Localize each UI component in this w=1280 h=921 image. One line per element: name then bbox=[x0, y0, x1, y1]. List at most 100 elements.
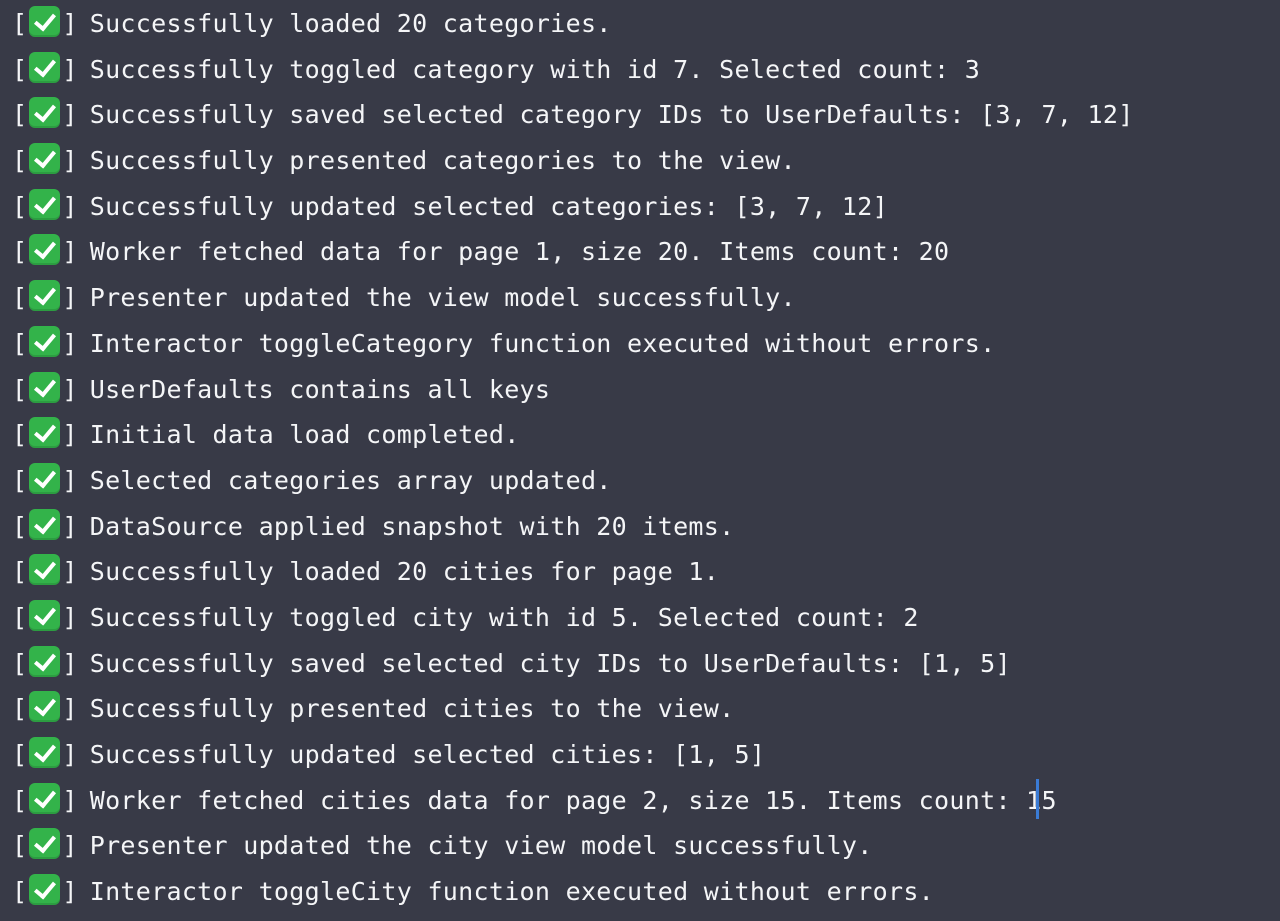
log-message: Interactor toggleCategory function execu… bbox=[89, 328, 996, 358]
log-line: [] Successfully updated selected cities: … bbox=[0, 732, 1280, 778]
console-output[interactable]: [] Successfully loaded 20 categories. [] S… bbox=[0, 0, 1280, 921]
bracket-close: ] bbox=[62, 420, 78, 450]
bracket-open: [ bbox=[12, 831, 28, 861]
log-line: [] UserDefaults contains all keys bbox=[0, 367, 1280, 413]
log-line: [] Initial data load completed. bbox=[0, 412, 1280, 458]
bracket-close: ] bbox=[62, 785, 78, 815]
log-message: Selected categories array updated. bbox=[89, 465, 612, 495]
log-line: [] Interactor toggleCity function execute… bbox=[0, 869, 1280, 915]
bracket-close: ] bbox=[62, 146, 78, 176]
bracket-close: ] bbox=[62, 602, 78, 632]
bracket-close: ] bbox=[62, 237, 78, 267]
bracket-close: ] bbox=[62, 9, 78, 38]
bracket-open: [ bbox=[12, 511, 28, 541]
log-line: [] Successfully saved selected category I… bbox=[0, 92, 1280, 138]
log-line: [] Presenter updated the view model succe… bbox=[0, 275, 1280, 321]
check-mark-icon bbox=[29, 782, 61, 814]
check-mark-icon bbox=[29, 691, 61, 723]
log-message: Successfully toggled city with id 5. Sel… bbox=[89, 602, 919, 632]
bracket-close: ] bbox=[62, 511, 78, 541]
log-message: Successfully loaded 20 cities for page 1… bbox=[89, 557, 720, 587]
check-mark-icon bbox=[29, 599, 61, 631]
log-line: [] Successfully updated selected categori… bbox=[0, 184, 1280, 230]
log-message: Presenter updated the view model success… bbox=[89, 283, 796, 313]
bracket-open: [ bbox=[12, 146, 28, 176]
bracket-open: [ bbox=[12, 100, 28, 130]
check-mark-icon bbox=[29, 508, 61, 540]
check-mark-icon bbox=[29, 51, 61, 83]
log-line: [] DataSource applied snapshot with 20 it… bbox=[0, 504, 1280, 550]
bracket-close: ] bbox=[62, 328, 78, 358]
log-message: Successfully updated selected categories… bbox=[89, 191, 888, 221]
log-message: Worker fetched data for page 1, size 20.… bbox=[89, 237, 950, 267]
check-mark-icon bbox=[29, 188, 61, 220]
bracket-close: ] bbox=[62, 557, 78, 587]
check-mark-icon bbox=[29, 462, 61, 494]
log-message: Worker fetched cities data for page 2, s… bbox=[89, 785, 1057, 815]
bracket-open: [ bbox=[12, 374, 28, 404]
bracket-open: [ bbox=[12, 648, 28, 678]
log-message: Initial data load completed. bbox=[89, 420, 520, 450]
bracket-open: [ bbox=[12, 54, 28, 84]
bracket-close: ] bbox=[62, 283, 78, 313]
check-mark-icon bbox=[29, 97, 61, 129]
bracket-close: ] bbox=[62, 54, 78, 84]
bracket-open: [ bbox=[12, 877, 28, 907]
bracket-close: ] bbox=[62, 374, 78, 404]
log-line: [] Successfully toggled category with id … bbox=[0, 47, 1280, 93]
bracket-close: ] bbox=[62, 191, 78, 221]
log-line: [] Successfully presented cities to the v… bbox=[0, 686, 1280, 732]
check-mark-icon bbox=[29, 371, 61, 403]
check-mark-icon bbox=[29, 280, 61, 312]
check-mark-icon bbox=[29, 645, 61, 677]
check-mark-icon bbox=[29, 6, 61, 37]
check-mark-icon bbox=[29, 417, 61, 449]
log-message: Successfully presented categories to the… bbox=[89, 146, 796, 176]
bracket-open: [ bbox=[12, 328, 28, 358]
check-mark-icon bbox=[29, 143, 61, 175]
bracket-open: [ bbox=[12, 9, 28, 38]
bracket-close: ] bbox=[62, 877, 78, 907]
log-line: [] Presenter updated the city view model … bbox=[0, 823, 1280, 869]
log-message: Successfully presented cities to the vie… bbox=[89, 694, 735, 724]
bracket-open: [ bbox=[12, 785, 28, 815]
log-line: [] Interactor toggleCategory function exe… bbox=[0, 321, 1280, 367]
log-line: [] Successfully loaded 20 categories. bbox=[0, 1, 1280, 47]
bracket-close: ] bbox=[62, 100, 78, 130]
log-message: Interactor toggleCity function executed … bbox=[89, 877, 935, 907]
bracket-open: [ bbox=[12, 740, 28, 769]
log-message: Successfully toggled category with id 7.… bbox=[89, 54, 981, 84]
bracket-open: [ bbox=[12, 602, 28, 632]
check-mark-icon bbox=[29, 234, 61, 266]
log-line: [] Successfully loaded 20 cities for page… bbox=[0, 549, 1280, 595]
log-line: [] Successfully presented categories to t… bbox=[0, 138, 1280, 184]
log-message: Successfully loaded 20 categories. bbox=[89, 9, 612, 38]
log-line: [] Successfully toggled city with id 5. S… bbox=[0, 595, 1280, 641]
bracket-open: [ bbox=[12, 283, 28, 313]
check-mark-icon bbox=[29, 874, 61, 906]
check-mark-icon bbox=[29, 737, 61, 768]
bracket-open: [ bbox=[12, 237, 28, 267]
log-message: Successfully updated selected cities: [1… bbox=[89, 740, 766, 769]
bracket-open: [ bbox=[12, 465, 28, 495]
log-message: Successfully saved selected category IDs… bbox=[89, 100, 1134, 130]
check-mark-icon bbox=[29, 828, 61, 860]
bracket-close: ] bbox=[62, 648, 78, 678]
bracket-close: ] bbox=[62, 694, 78, 724]
bracket-close: ] bbox=[62, 740, 78, 769]
bracket-open: [ bbox=[12, 557, 28, 587]
bracket-open: [ bbox=[12, 420, 28, 450]
check-mark-icon bbox=[29, 554, 61, 586]
bracket-open: [ bbox=[12, 694, 28, 724]
check-mark-icon bbox=[29, 325, 61, 357]
log-line: [] Worker fetched cities data for page 2,… bbox=[0, 778, 1280, 824]
bracket-close: ] bbox=[62, 831, 78, 861]
bracket-close: ] bbox=[62, 465, 78, 495]
log-message: DataSource applied snapshot with 20 item… bbox=[89, 511, 735, 541]
log-line: [] Worker fetched data for page 1, size 2… bbox=[0, 229, 1280, 275]
log-line: [] Successfully saved selected city IDs t… bbox=[0, 641, 1280, 687]
log-message: Successfully saved selected city IDs to … bbox=[89, 648, 1011, 678]
log-message: UserDefaults contains all keys bbox=[89, 374, 551, 404]
bracket-open: [ bbox=[12, 191, 28, 221]
log-message: Presenter updated the city view model su… bbox=[89, 831, 873, 861]
